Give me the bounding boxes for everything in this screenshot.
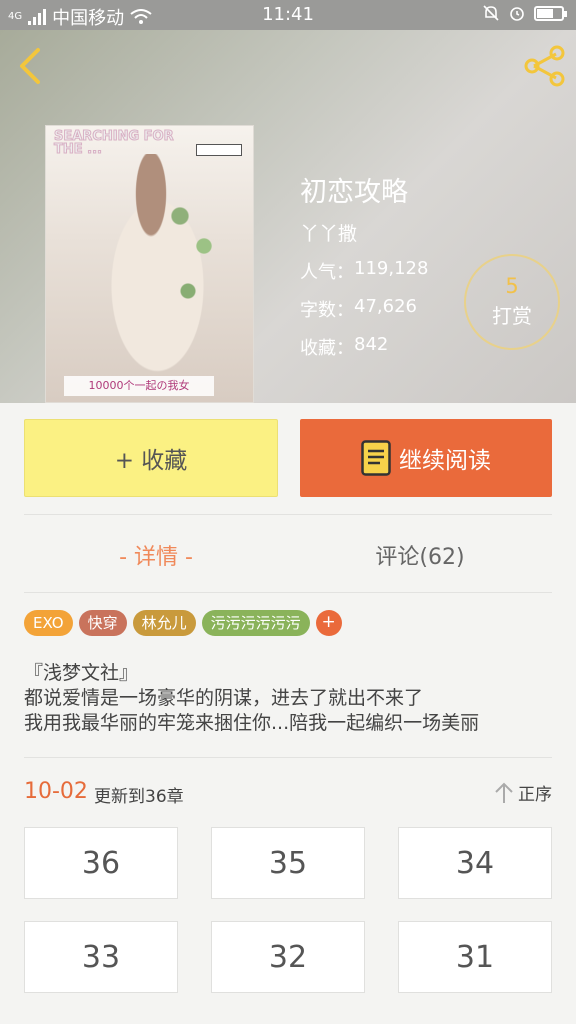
book-description[interactable]: 『浅梦文社』 都说爱情是一场豪华的阴谋，进去了就出不来了 我用我最华丽的牢笼来捆… bbox=[24, 661, 559, 736]
share-button[interactable] bbox=[520, 42, 568, 90]
reward-label: 打赏 bbox=[492, 304, 532, 328]
words-stat: 字数： 47,626 bbox=[300, 296, 428, 322]
tag-kuaichuan[interactable]: 快穿 bbox=[78, 610, 127, 636]
favorites-value: 842 bbox=[354, 334, 389, 355]
book-icon bbox=[361, 440, 391, 476]
tag-exo[interactable]: EXO bbox=[24, 610, 73, 636]
chapter-tile[interactable]: 31 bbox=[398, 921, 552, 993]
tab-comments[interactable]: 评论(62) bbox=[288, 525, 552, 585]
update-text: 更新到36章 bbox=[94, 787, 184, 807]
add-tag-button[interactable]: + bbox=[315, 610, 342, 636]
popularity-label: 人气： bbox=[300, 262, 354, 283]
divider bbox=[24, 592, 552, 593]
sort-order-label: 正序 bbox=[518, 785, 552, 805]
book-cover[interactable]: SEARCHING FOR THE ... 10000个一起の我女 bbox=[45, 125, 254, 403]
reward-button[interactable]: 5 打赏 bbox=[464, 254, 560, 350]
mute-icon bbox=[483, 5, 499, 21]
back-button[interactable] bbox=[12, 44, 52, 88]
status-right bbox=[482, 4, 567, 22]
popularity-stat: 人气： 119,128 bbox=[300, 258, 428, 284]
chevron-left-icon bbox=[20, 48, 40, 84]
chapter-tile[interactable]: 35 bbox=[211, 827, 365, 899]
words-label: 字数： bbox=[300, 300, 354, 321]
divider bbox=[24, 757, 552, 758]
share-icon bbox=[524, 45, 565, 87]
continue-reading-label: 继续阅读 bbox=[399, 448, 491, 474]
tag-wu[interactable]: 污污污污污污 bbox=[201, 610, 310, 636]
tag-list: EXO 快穿 林允儿 污污污污污污 + bbox=[24, 610, 342, 636]
chapter-tile[interactable]: 33 bbox=[24, 921, 178, 993]
battery-icon bbox=[534, 5, 567, 21]
book-header: SEARCHING FOR THE ... 10000个一起の我女 初恋攻略 丫… bbox=[0, 30, 576, 403]
popularity-value: 119,128 bbox=[354, 258, 429, 279]
book-title: 初恋攻略 bbox=[300, 177, 408, 208]
alarm-icon bbox=[510, 7, 524, 21]
update-date: 10-02 bbox=[24, 779, 88, 804]
cover-band: 10000个一起の我女 bbox=[64, 376, 214, 396]
tag-linyuner[interactable]: 林允儿 bbox=[132, 610, 196, 636]
cover-title: SEARCHING FOR THE ... bbox=[54, 129, 175, 157]
chapter-tile[interactable]: 36 bbox=[24, 827, 178, 899]
description-line: 我用我最华丽的牢笼来捆住你...陪我一起编织一场美丽 bbox=[24, 712, 480, 734]
divider bbox=[24, 514, 552, 515]
reward-count: 5 bbox=[505, 274, 519, 298]
collect-button[interactable]: + 收藏 bbox=[24, 419, 278, 497]
continue-reading-button[interactable]: 继续阅读 bbox=[300, 419, 552, 497]
favorites-stat: 收藏： 842 bbox=[300, 334, 428, 360]
cover-leaves bbox=[156, 186, 236, 336]
tab-detail[interactable]: - 详情 - bbox=[24, 525, 288, 585]
book-info: 初恋攻略 丫丫撒 人气： 119,128 字数： 47,626 收藏： 842 bbox=[300, 170, 428, 372]
sort-order-button[interactable]: 正序 bbox=[494, 780, 552, 805]
words-value: 47,626 bbox=[354, 296, 417, 317]
book-author[interactable]: 丫丫撒 bbox=[300, 219, 428, 246]
description-line: 都说爱情是一场豪华的阴谋，进去了就出不来了 bbox=[24, 687, 424, 709]
arrow-up-icon bbox=[495, 782, 513, 803]
chapter-tile[interactable]: 34 bbox=[398, 827, 552, 899]
update-row: 10-02 更新到36章 正序 bbox=[24, 778, 552, 808]
collect-label: + 收藏 bbox=[114, 448, 188, 474]
description-line: 『浅梦文社』 bbox=[24, 662, 139, 684]
status-bar: 4G 中国移动 11:41 bbox=[0, 0, 576, 30]
chapter-tile[interactable]: 32 bbox=[211, 921, 365, 993]
favorites-label: 收藏： bbox=[300, 338, 354, 359]
